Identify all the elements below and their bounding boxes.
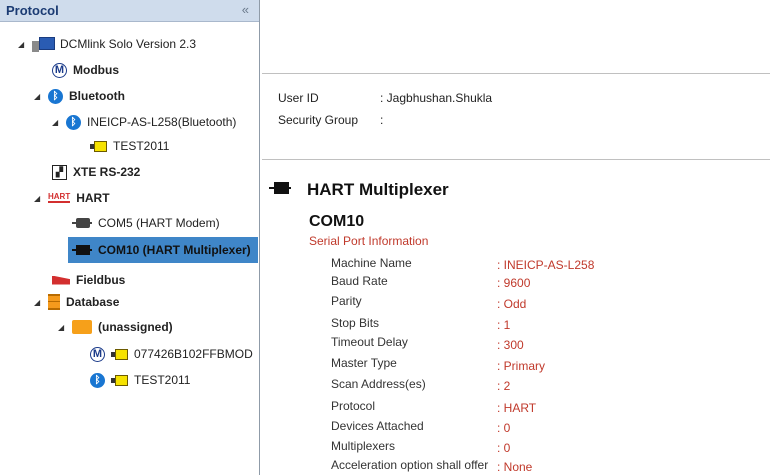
parity-label: Parity [331, 294, 362, 308]
protocol-label: Protocol [331, 399, 376, 413]
scan-addresses-value: : 2 [497, 379, 511, 393]
folder-icon [72, 320, 92, 334]
protocol-value: : HART [497, 401, 537, 415]
security-group-value: : [380, 113, 384, 127]
expand-arrow-icon[interactable]: ◢ [52, 118, 62, 127]
tree-item-077426b102ffbmod[interactable]: M 077426B102FFBMOD [90, 343, 253, 365]
tree-item-hart[interactable]: ◢ HART HART [34, 187, 110, 209]
tree-item-fieldbus[interactable]: Fieldbus [52, 269, 125, 291]
hart-modem-icon [72, 218, 92, 228]
divider [262, 159, 770, 160]
fieldbus-icon [52, 275, 70, 285]
parity-value: : Odd [497, 297, 527, 311]
com-port-title: COM10 [309, 213, 365, 230]
tree-item-database[interactable]: ◢ Database [34, 291, 119, 313]
baud-rate-label: Baud Rate [331, 274, 388, 288]
expand-arrow-icon[interactable]: ◢ [58, 323, 68, 332]
serial-port-info-heading: Serial Port Information [309, 234, 429, 248]
collapse-pane-icon[interactable]: « [242, 2, 249, 17]
tree-item-unassigned[interactable]: ◢ (unassigned) [58, 316, 173, 338]
tree-item-label: 077426B102FFBMOD [134, 347, 253, 361]
tree-item-test2011-db[interactable]: ᛒ TEST2011 [90, 369, 190, 391]
acceleration-option-value: : None [497, 460, 533, 474]
master-type-label: Master Type [331, 356, 397, 370]
machine-name-label: Machine Name [331, 256, 412, 270]
devices-attached-value: : 0 [497, 421, 511, 435]
tree-item-label: INEICP-AS-L258(Bluetooth) [87, 115, 237, 129]
hart-multiplexer-icon [72, 245, 92, 255]
modbus-icon: M [90, 346, 105, 362]
database-icon [48, 294, 60, 310]
baud-rate-value: : 9600 [497, 276, 531, 290]
tree-item-com10-selected[interactable]: COM10 (HART Multiplexer) [68, 237, 258, 263]
hart-icon: HART [48, 192, 71, 203]
divider [262, 73, 770, 74]
section-title: HART Multiplexer [307, 180, 449, 199]
bluetooth-icon: ᛒ [66, 114, 81, 130]
master-type-value: : Primary [497, 359, 545, 373]
tree-item-label: TEST2011 [113, 139, 170, 153]
tree-item-label: (unassigned) [98, 320, 173, 334]
device-tag-icon [111, 348, 128, 360]
user-id-value: : Jagbhushan.Shukla [380, 91, 493, 105]
tree-item-test2011[interactable]: TEST2011 [90, 135, 169, 157]
machine-name-value: : INEICP-AS-L258 [497, 258, 595, 272]
expand-arrow-icon[interactable]: ◢ [34, 92, 44, 101]
stop-bits-value: : 1 [497, 318, 511, 332]
scan-addresses-label: Scan Address(es) [331, 377, 426, 391]
tree-item-label: COM5 (HART Modem) [98, 216, 220, 230]
tree-item-bluetooth[interactable]: ◢ ᛒ Bluetooth [34, 85, 125, 107]
protocol-pane-header: Protocol « [0, 0, 259, 22]
tree-item-label: DCMlink Solo Version 2.3 [60, 37, 197, 51]
device-tag-icon [90, 140, 107, 152]
tree-item-label: Fieldbus [76, 273, 126, 287]
hart-multiplexer-icon [269, 182, 291, 194]
tree-item-modbus[interactable]: M Modbus [52, 59, 119, 81]
expand-arrow-icon[interactable]: ◢ [34, 298, 44, 307]
tree-item-label: Bluetooth [69, 89, 125, 103]
pane-title: Protocol [6, 3, 59, 18]
tree-item-xte-rs232[interactable]: ▞ XTE RS-232 [52, 161, 140, 183]
protocol-pane: Protocol « ◢ DCMlink Solo Version 2.3 M … [0, 0, 260, 475]
multiplexers-value: : 0 [497, 441, 511, 455]
security-group-label: Security Group [278, 113, 359, 127]
tree-item-label: Modbus [73, 63, 119, 77]
tree-item-label: TEST2011 [134, 373, 191, 387]
timeout-delay-label: Timeout Delay [331, 335, 408, 349]
modbus-icon: M [52, 62, 67, 78]
expand-arrow-icon[interactable]: ◢ [18, 40, 28, 49]
timeout-delay-value: : 300 [497, 338, 524, 352]
tree-item-label: Database [66, 295, 120, 309]
device-tag-icon [111, 374, 128, 386]
acceleration-option-label: Acceleration option shall offer [331, 458, 489, 472]
stop-bits-label: Stop Bits [331, 316, 380, 330]
computer-icon [32, 36, 55, 52]
user-id-label: User ID [278, 91, 319, 105]
tree-item-label: COM10 (HART Multiplexer) [98, 243, 251, 257]
bluetooth-icon: ᛒ [90, 372, 105, 388]
xte-icon: ▞ [52, 164, 67, 180]
tree-item-dcmlink[interactable]: ◢ DCMlink Solo Version 2.3 [18, 33, 196, 55]
tree-item-label: HART [76, 191, 110, 205]
tree-item-label: XTE RS-232 [73, 165, 141, 179]
tree-item-bluetooth-device[interactable]: ◢ ᛒ INEICP-AS-L258(Bluetooth) [52, 111, 236, 133]
expand-arrow-icon[interactable]: ◢ [34, 194, 44, 203]
devices-attached-label: Devices Attached [331, 419, 424, 433]
multiplexers-label: Multiplexers [331, 439, 396, 453]
tree-item-com5[interactable]: COM5 (HART Modem) [72, 212, 220, 234]
bluetooth-icon: ᛒ [48, 88, 63, 104]
